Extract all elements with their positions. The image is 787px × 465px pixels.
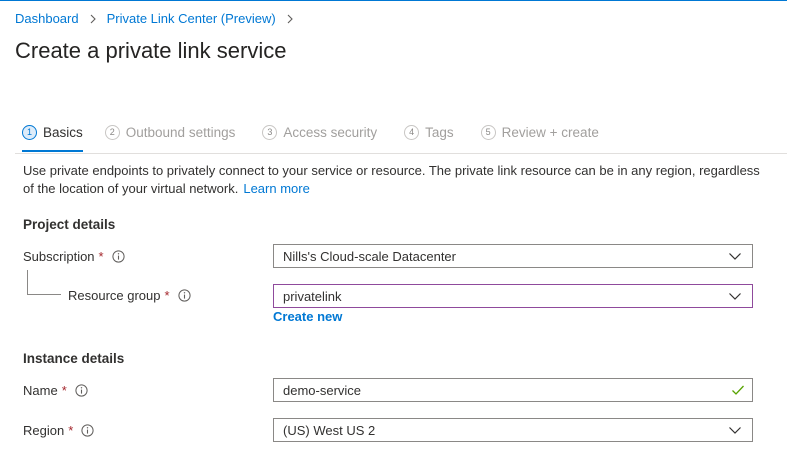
chevron-down-icon [727, 248, 743, 264]
region-value: (US) West US 2 [283, 422, 376, 438]
region-label-text: Region [23, 423, 65, 438]
chevron-down-icon [727, 422, 743, 438]
step-number: 1 [22, 124, 37, 140]
page-title: Create a private link service [15, 38, 287, 63]
info-icon[interactable] [81, 424, 94, 437]
info-icon[interactable] [177, 289, 191, 302]
tab-label: Review + create [501, 124, 599, 140]
step-number: 3 [262, 124, 278, 140]
step-number: 2 [104, 124, 120, 140]
chevron-down-icon [727, 288, 743, 304]
subscription-label: Subscription * [23, 249, 125, 264]
tab-label: Tags [425, 124, 454, 140]
name-label: Name * [23, 383, 88, 398]
tab-label: Basics [43, 124, 83, 140]
tabs-divider [15, 153, 787, 154]
tab-label: Outbound settings [125, 124, 236, 140]
tab-label: Access security [283, 124, 378, 140]
learn-more-link[interactable]: Learn more [243, 181, 309, 196]
chevron-right-icon [86, 12, 100, 26]
tab-basics[interactable]: 1 Basics [22, 121, 83, 152]
tab-outbound-settings[interactable]: 2 Outbound settings [104, 121, 236, 143]
subscription-value: Nills's Cloud-scale Datacenter [283, 248, 456, 264]
subscription-label-text: Subscription [23, 249, 95, 264]
resource-group-label-text: Resource group [68, 288, 161, 303]
required-indicator: * [61, 383, 67, 398]
tab-review-create[interactable]: 5 Review + create [480, 121, 599, 143]
instance-details-heading: Instance details [23, 351, 125, 366]
info-icon[interactable] [75, 384, 88, 397]
create-new-link[interactable]: Create new [273, 309, 342, 324]
required-indicator: * [68, 423, 74, 438]
name-label-text: Name [23, 383, 58, 398]
resource-group-value: privatelink [283, 288, 342, 304]
project-details-heading: Project details [23, 217, 116, 232]
info-icon[interactable] [112, 250, 125, 263]
name-input[interactable]: demo-service [273, 378, 753, 402]
step-number: 4 [404, 124, 420, 140]
breadcrumb: Dashboard Private Link Center (Preview) [15, 11, 304, 26]
tree-connector [27, 294, 61, 295]
required-indicator: * [164, 288, 170, 303]
intro-description: Use private endpoints to privately conne… [23, 163, 760, 196]
breadcrumb-dashboard[interactable]: Dashboard [15, 11, 79, 26]
wizard-tabs: 1 Basics 2 Outbound settings 3 Access se… [22, 121, 599, 152]
step-number: 5 [480, 124, 496, 140]
region-label: Region * [23, 423, 94, 438]
region-dropdown[interactable]: (US) West US 2 [273, 418, 753, 442]
chevron-right-icon [283, 12, 297, 26]
breadcrumb-private-link-center[interactable]: Private Link Center (Preview) [107, 11, 276, 26]
tree-connector [27, 270, 28, 294]
top-accent-line [0, 0, 787, 1]
subscription-dropdown[interactable]: Nills's Cloud-scale Datacenter [273, 244, 753, 268]
resource-group-label: Resource group * [68, 288, 191, 303]
name-value: demo-service [283, 382, 362, 398]
required-indicator: * [98, 249, 104, 264]
tab-access-security[interactable]: 3 Access security [262, 121, 377, 143]
intro-text: Use private endpoints to privately conne… [23, 162, 768, 198]
checkmark-icon [730, 382, 746, 398]
tab-tags[interactable]: 4 Tags [404, 121, 454, 143]
resource-group-dropdown[interactable]: privatelink [273, 284, 753, 308]
